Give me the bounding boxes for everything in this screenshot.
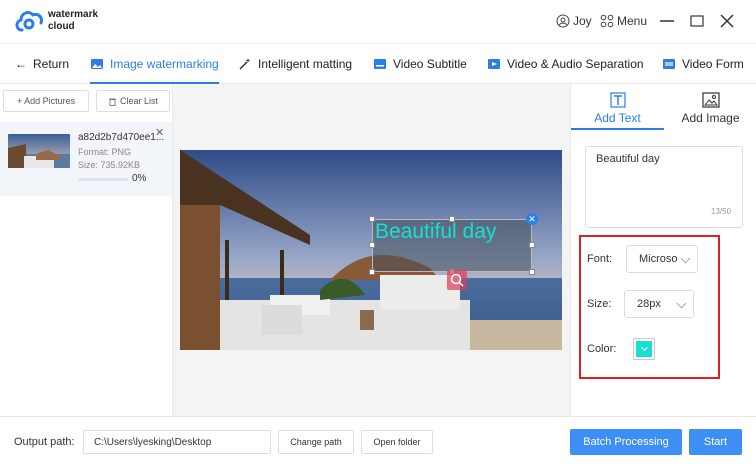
file-thumbnail	[8, 134, 70, 168]
tab-label: Video Form	[682, 57, 744, 71]
menu-label: Menu	[617, 14, 648, 28]
tab-label: Video & Audio Separation	[507, 57, 644, 71]
tab-label: Intelligent matting	[258, 57, 353, 71]
menu-button[interactable]: Menu	[600, 14, 647, 28]
size-select[interactable]: 28px	[624, 290, 694, 318]
color-swatch-fill	[636, 341, 652, 357]
footer-bar: Output path: Change path Open folder Bat…	[0, 416, 756, 466]
tab-add-text[interactable]: Add Text	[571, 84, 664, 130]
tab-intelligent-matting[interactable]: Intelligent matting	[238, 44, 352, 84]
magic-wand-icon	[239, 58, 251, 70]
color-picker[interactable]	[633, 338, 655, 360]
video-audio-icon	[488, 59, 500, 69]
batch-processing-label: Batch Processing	[583, 436, 669, 448]
video-subtitle-icon	[374, 59, 386, 69]
change-path-label: Change path	[290, 437, 342, 447]
resize-handle-tc[interactable]	[449, 216, 455, 222]
tab-add-image[interactable]: Add Image	[664, 84, 756, 130]
text-icon	[609, 92, 626, 108]
batch-processing-button[interactable]: Batch Processing	[570, 429, 682, 455]
resize-handle-mr[interactable]	[529, 242, 535, 248]
brand-line-1: watermark	[48, 9, 99, 20]
resize-handle-ml[interactable]	[369, 242, 375, 248]
return-label: Return	[33, 57, 70, 71]
tab-video-audio-separation[interactable]: Video & Audio Separation	[487, 44, 644, 84]
font-label: Font:	[587, 253, 613, 265]
clear-list-button[interactable]: Clear List	[96, 90, 170, 112]
start-button[interactable]: Start	[689, 429, 742, 455]
grid-menu-icon	[600, 14, 614, 28]
cloud-logo-icon	[15, 11, 43, 32]
tab-video-format[interactable]: Video Form	[662, 44, 744, 84]
resize-handle-bl[interactable]	[369, 269, 375, 275]
brand-name: watermark cloud	[48, 9, 98, 33]
add-pictures-button[interactable]: + Add Pictures	[3, 90, 89, 112]
image-icon	[91, 59, 103, 69]
output-path-input[interactable]	[83, 430, 271, 454]
output-path-label: Output path:	[14, 436, 75, 448]
size-label: Size:	[587, 298, 612, 310]
user-icon	[556, 14, 570, 28]
open-folder-label: Open folder	[373, 437, 421, 447]
size-value: 28px	[637, 298, 661, 310]
zoom-icon[interactable]	[447, 270, 467, 290]
resize-handle-tl[interactable]	[369, 216, 375, 222]
image-icon	[701, 92, 720, 108]
char-count: 13/50	[711, 207, 732, 216]
start-label: Start	[703, 436, 728, 448]
minimize-icon[interactable]	[658, 12, 676, 30]
feature-nav: ← Return Image watermarking Intelligent …	[0, 44, 756, 84]
add-image-label: Add Image	[681, 111, 740, 125]
tab-video-subtitle[interactable]: Video Subtitle	[373, 44, 467, 84]
brand-line-2: cloud	[48, 21, 75, 32]
chevron-down-icon	[676, 298, 687, 309]
user-account[interactable]: Joy	[556, 14, 592, 28]
resize-handle-br[interactable]	[529, 269, 535, 275]
file-list-panel: + Add Pictures Clear List a82d2b7d470ee1…	[0, 84, 173, 416]
change-path-button[interactable]: Change path	[278, 430, 354, 454]
text-properties-highlight: Font: Microso Size: 28px Color:	[579, 235, 720, 379]
file-size: Size: 735.92KB	[78, 160, 141, 170]
add-pictures-label: + Add Pictures	[16, 96, 76, 106]
user-name: Joy	[573, 14, 592, 28]
properties-panel: Add Text Add Image Beautiful day 13/50 F…	[570, 84, 756, 416]
remove-file-icon[interactable]: ✕	[155, 126, 164, 139]
file-name: a82d2b7d470ee1...	[78, 132, 165, 143]
tab-image-watermarking[interactable]: Image watermarking	[90, 44, 219, 84]
preview-canvas: Beautiful day ✕	[173, 84, 570, 416]
remove-watermark-icon[interactable]: ✕	[526, 213, 538, 225]
open-folder-button[interactable]: Open folder	[361, 430, 433, 454]
watermark-text-box[interactable]: Beautiful day	[372, 219, 532, 272]
maximize-icon[interactable]	[688, 12, 706, 30]
progress-bar	[78, 178, 128, 181]
font-value: Microso	[639, 253, 678, 265]
chevron-down-icon	[680, 253, 691, 264]
arrow-left-icon: ←	[15, 57, 27, 71]
file-format: Format: PNG	[78, 147, 132, 157]
watermark-text: Beautiful day	[375, 220, 497, 243]
close-window-icon[interactable]	[718, 12, 736, 30]
tab-label: Video Subtitle	[393, 57, 467, 71]
trash-icon	[108, 98, 116, 106]
font-select[interactable]: Microso	[626, 245, 698, 273]
color-label: Color:	[587, 343, 617, 355]
clear-list-label: Clear List	[119, 96, 158, 106]
video-format-icon	[663, 59, 675, 69]
add-text-label: Add Text	[594, 111, 641, 125]
return-button[interactable]: ← Return	[15, 44, 69, 84]
tab-label: Image watermarking	[110, 57, 219, 71]
list-item[interactable]: a82d2b7d470ee1... Format: PNG Size: 735.…	[0, 122, 172, 196]
progress-value: 0%	[132, 173, 147, 184]
title-bar: watermark cloud Joy Menu	[0, 0, 756, 44]
